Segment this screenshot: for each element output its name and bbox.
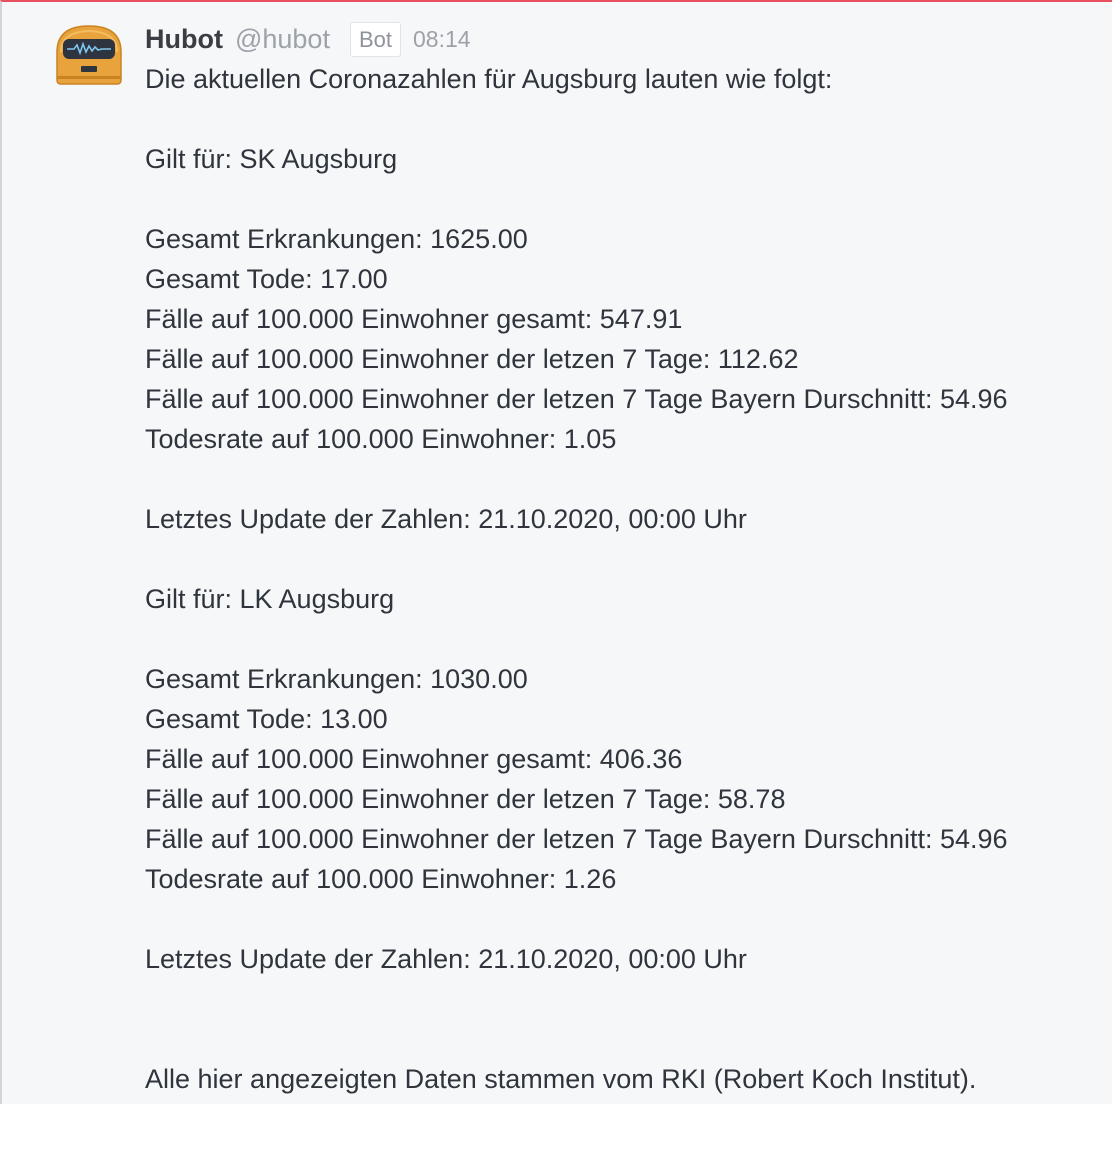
chat-message: Hubot @hubot Bot 08:14 Die aktuellen Cor… — [0, 0, 1112, 1104]
intro-text: Die aktuellen Coronazahlen für Augsburg … — [145, 64, 833, 94]
stat-total-deaths: Gesamt Tode: 13.00 — [145, 704, 388, 734]
stat-cases-per-100k: Fälle auf 100.000 Einwohner gesamt: 547.… — [145, 304, 683, 334]
stat-cases-7d-bavaria: Fälle auf 100.000 Einwohner der letzen 7… — [145, 824, 1008, 854]
hubot-avatar-icon[interactable] — [52, 22, 126, 86]
stat-cases-7d: Fälle auf 100.000 Einwohner der letzen 7… — [145, 784, 786, 814]
stat-total-cases: Gesamt Erkrankungen: 1030.00 — [145, 664, 528, 694]
source-footer: Alle hier angezeigten Daten stammen vom … — [145, 1064, 977, 1094]
region-title: Gilt für: SK Augsburg — [145, 144, 398, 174]
stat-total-cases: Gesamt Erkrankungen: 1625.00 — [145, 224, 528, 254]
stat-cases-7d-bavaria: Fälle auf 100.000 Einwohner der letzen 7… — [145, 384, 1008, 414]
stat-death-rate: Todesrate auf 100.000 Einwohner: 1.26 — [145, 864, 617, 894]
message-timestamp[interactable]: 08:14 — [413, 26, 471, 53]
stat-cases-per-100k: Fälle auf 100.000 Einwohner gesamt: 406.… — [145, 744, 683, 774]
sender-handle[interactable]: @hubot — [235, 24, 330, 55]
bot-badge: Bot — [349, 21, 401, 57]
message-header: Hubot @hubot Bot 08:14 — [145, 20, 471, 58]
sender-name[interactable]: Hubot — [145, 24, 223, 55]
region-title: Gilt für: LK Augsburg — [145, 584, 395, 614]
last-update: Letztes Update der Zahlen: 21.10.2020, 0… — [145, 504, 747, 534]
stat-total-deaths: Gesamt Tode: 17.00 — [145, 264, 388, 294]
message-body: Die aktuellen Coronazahlen für Augsburg … — [145, 59, 1095, 1099]
last-update: Letztes Update der Zahlen: 21.10.2020, 0… — [145, 944, 747, 974]
stat-cases-7d: Fälle auf 100.000 Einwohner der letzen 7… — [145, 344, 799, 374]
stat-death-rate: Todesrate auf 100.000 Einwohner: 1.05 — [145, 424, 617, 454]
